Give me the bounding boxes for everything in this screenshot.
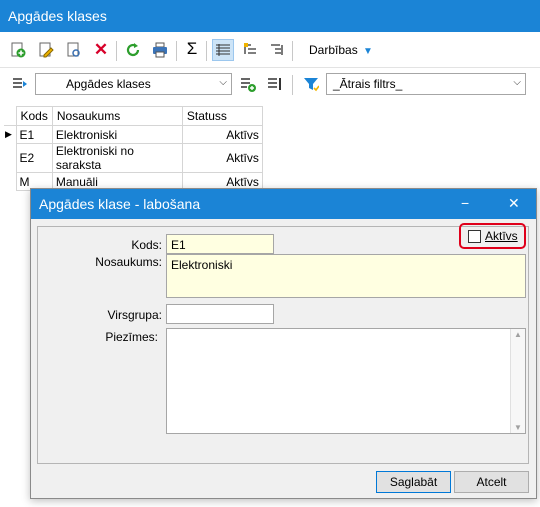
scroll-down-icon[interactable]: ▼ xyxy=(514,423,522,432)
kods-field[interactable]: E1 xyxy=(166,234,274,254)
table-row[interactable]: ▶ E1 Elektroniski Aktīvs xyxy=(4,125,263,144)
toolbar-separator xyxy=(176,41,177,61)
row-indicator xyxy=(4,144,16,173)
chevron-down-icon: ⌵ xyxy=(513,77,521,88)
edit-dialog: Apgādes klase - labošana − ✕ Kods: E1 Ak… xyxy=(30,188,537,499)
cancel-button[interactable]: Atcelt xyxy=(454,471,529,493)
piezimes-field[interactable]: ▲ ▼ xyxy=(166,328,526,434)
close-icon[interactable]: ✕ xyxy=(508,195,520,212)
virsgrupa-field[interactable] xyxy=(166,304,274,324)
nosaukums-label: Nosaukums: xyxy=(95,255,162,269)
actions-menu-label: Darbības xyxy=(309,43,358,57)
add-icon[interactable] xyxy=(9,41,27,59)
toolbar-separator xyxy=(292,75,293,95)
column-header-kods[interactable]: Kods xyxy=(15,106,53,126)
columns-icon[interactable] xyxy=(268,41,286,59)
view-settings-icon[interactable] xyxy=(266,75,284,93)
cell-nosaukums[interactable]: Elektroniski no saraksta xyxy=(51,143,183,173)
current-row-indicator-icon: ▶ xyxy=(5,129,12,140)
chevron-down-icon: ▼ xyxy=(363,46,373,57)
grid-lines-icon[interactable] xyxy=(212,39,234,61)
column-header-nosaukums[interactable]: Nosaukums xyxy=(51,106,183,126)
virsgrupa-label: Virsgrupa: xyxy=(107,308,162,322)
sum-icon[interactable]: Σ xyxy=(183,39,201,58)
scroll-up-icon[interactable]: ▲ xyxy=(514,330,522,339)
cell-kods[interactable]: E2 xyxy=(15,143,53,173)
cell-statuss[interactable]: Aktīvs xyxy=(181,143,263,173)
list-view-icon[interactable] xyxy=(11,75,29,93)
table-row[interactable]: E2 Elektroniski no saraksta Aktīvs xyxy=(4,143,263,173)
row-indicator-header xyxy=(4,106,17,126)
scrollbar[interactable]: ▲ ▼ xyxy=(510,329,525,433)
print-icon[interactable] xyxy=(151,41,169,59)
form-panel: Kods: E1 Aktīvs Nosaukums: Elektroniski … xyxy=(37,223,529,464)
view-icon[interactable] xyxy=(65,41,83,59)
dialog-title: Apgādes klase - labošana xyxy=(39,196,201,212)
dialog-titlebar: Apgādes klase - labošana − ✕ xyxy=(31,189,536,219)
add-view-icon[interactable] xyxy=(239,75,257,93)
data-grid: Kods Nosaukums Statuss ▶ E1 Elektroniski… xyxy=(4,106,263,191)
quick-filter-value: _Ātrais filtrs_ xyxy=(333,77,403,91)
quick-filter-combo[interactable]: _Ātrais filtrs_ ⌵ xyxy=(326,73,526,95)
toolbar-separator xyxy=(116,41,117,61)
chevron-down-icon: ⌵ xyxy=(219,77,227,88)
filter-icon[interactable] xyxy=(302,75,320,93)
grid-header-row: Kods Nosaukums Statuss xyxy=(4,106,263,126)
piezimes-label: Piezīmes: xyxy=(105,330,158,344)
main-toolbar: ✕ Σ Darbības ▼ xyxy=(0,32,540,68)
view-combo-value: Apgādes klases xyxy=(66,77,151,91)
aktivs-label: Aktīvs xyxy=(485,229,518,243)
minimize-icon[interactable]: − xyxy=(461,195,469,211)
window-title: Apgādes klases xyxy=(8,8,107,24)
piezimes-value xyxy=(167,329,525,335)
view-combo[interactable]: Apgādes klases ⌵ xyxy=(35,73,232,95)
aktivs-checkbox[interactable] xyxy=(468,230,481,243)
edit-icon[interactable] xyxy=(37,41,55,59)
save-button[interactable]: Saglabāt xyxy=(376,471,451,493)
group-icon[interactable] xyxy=(242,41,260,59)
cell-nosaukums[interactable]: Elektroniski xyxy=(51,125,183,144)
delete-icon[interactable]: ✕ xyxy=(92,40,110,59)
refresh-icon[interactable] xyxy=(124,41,142,59)
window-titlebar: Apgādes klases xyxy=(0,0,540,32)
toolbar-separator xyxy=(292,41,293,61)
kods-label: Kods: xyxy=(131,238,162,252)
dialog-body: Kods: E1 Aktīvs Nosaukums: Elektroniski … xyxy=(31,219,536,498)
nosaukums-field[interactable]: Elektroniski xyxy=(166,254,526,298)
column-header-statuss[interactable]: Statuss xyxy=(181,106,263,126)
row-indicator xyxy=(4,173,16,191)
actions-menu[interactable]: Darbības ▼ xyxy=(309,43,373,57)
cell-statuss[interactable]: Aktīvs xyxy=(181,125,263,144)
toolbar-separator xyxy=(206,41,207,61)
cell-kods[interactable]: E1 xyxy=(15,125,53,144)
filter-toolbar: Apgādes klases ⌵ _Ātrais filtrs_ ⌵ xyxy=(0,68,540,101)
